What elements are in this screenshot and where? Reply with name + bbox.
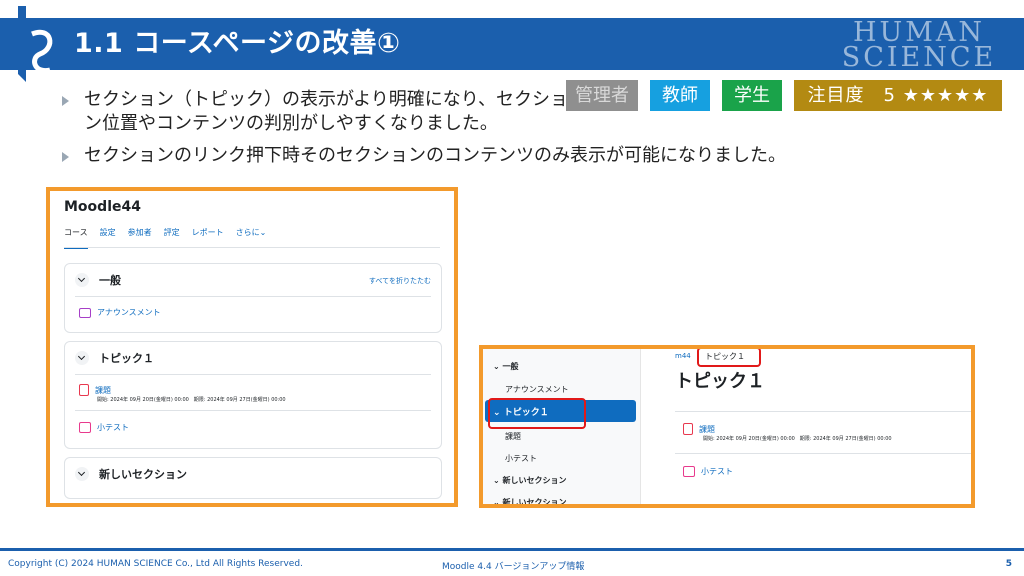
section-card-general: 一般 すべてを折りたたむ アナウンスメント	[64, 263, 442, 333]
activity-name[interactable]: 小テスト	[701, 466, 733, 477]
copyright-text: Copyright (C) 2024 HUMAN SCIENCE Co., Lt…	[8, 559, 303, 569]
activity-name[interactable]: 課題	[95, 385, 111, 396]
breadcrumb-root[interactable]: m44	[675, 352, 691, 360]
section-card-topic1: トピック１ 課題 開始: 2024年 09月 20日(金曜日) 00:00 期限…	[64, 341, 442, 449]
course-page-screenshot: Moodle44 コース 設定 参加者 評定 レポート さらに⌄ 一般 すべてを…	[46, 187, 458, 507]
section-header[interactable]: 新しいセクション	[75, 466, 187, 482]
index-activity[interactable]: アナウンスメント	[505, 384, 569, 395]
highlight-box	[697, 349, 761, 367]
index-section[interactable]: ⌄ 新しいセクション	[493, 475, 567, 486]
page-number: 5	[1005, 559, 1012, 569]
course-nav-tabs: コース 設定 参加者 評定 レポート さらに⌄	[64, 227, 266, 249]
divider	[75, 410, 431, 411]
chevron-down-icon[interactable]	[75, 273, 89, 287]
activity-item[interactable]: アナウンスメント	[79, 307, 161, 318]
tab-course[interactable]: コース	[64, 227, 88, 249]
site-name: Moodle44	[64, 199, 141, 215]
slide: 1.1 コースページの改善① HUMAN SCIENCE セクション（トピック）…	[0, 0, 1024, 576]
activity-dates: 開始: 2024年 09月 20日(金曜日) 00:00 期限: 2024年 0…	[97, 397, 286, 403]
activity-item[interactable]: 課題	[683, 423, 715, 435]
divider	[675, 411, 971, 412]
tab-settings[interactable]: 設定	[100, 227, 116, 249]
highlight-box	[488, 398, 586, 429]
section-header[interactable]: 一般	[75, 272, 121, 288]
brand-logo: HUMAN SCIENCE	[841, 17, 997, 73]
page-title: 1.1 コースページの改善①	[74, 28, 401, 59]
assignment-icon	[683, 423, 693, 435]
divider	[75, 296, 431, 297]
section-page-screenshot: ⌄ 一般 アナウンスメント ⌄ トピック１ 課題 小テスト ⌄ 新しいセクション…	[479, 345, 975, 508]
index-activity[interactable]: 小テスト	[505, 453, 537, 464]
tab-grades[interactable]: 評定	[164, 227, 180, 249]
tab-more[interactable]: さらに⌄	[236, 227, 267, 249]
divider	[675, 453, 971, 454]
section-title: 新しいセクション	[99, 468, 187, 481]
forum-icon	[79, 307, 91, 318]
collapse-all-link[interactable]: すべてを折りたたむ	[369, 276, 431, 286]
index-section[interactable]: ⌄ 一般	[493, 361, 519, 372]
section-header[interactable]: トピック１	[75, 350, 154, 366]
index-activity[interactable]: 課題	[505, 431, 521, 442]
activity-item[interactable]: 小テスト	[79, 422, 129, 433]
badge-student: 学生	[722, 80, 782, 111]
section-page-title: トピック１	[675, 371, 765, 392]
activity-item[interactable]: 小テスト	[683, 466, 733, 477]
quiz-icon	[683, 466, 695, 477]
quiz-icon	[79, 422, 91, 433]
chevron-down-icon[interactable]	[75, 351, 89, 365]
activity-name[interactable]: 小テスト	[97, 422, 129, 433]
activity-name[interactable]: 課題	[699, 424, 715, 435]
tab-reports[interactable]: レポート	[192, 227, 224, 249]
chevron-down-icon[interactable]	[75, 467, 89, 481]
badge-attention: 注目度 5 ★★★★★	[794, 80, 1002, 111]
bullet-item: セクションのリンク押下時そのセクションのコンテンツのみ表示が可能になりました。	[62, 144, 1002, 168]
activity-item[interactable]: 課題	[79, 384, 111, 396]
badge-teacher: 教師	[650, 80, 710, 111]
activity-dates: 開始: 2024年 09月 20日(金曜日) 00:00 期限: 2024年 0…	[703, 436, 892, 442]
divider	[75, 374, 431, 375]
section-card-new: 新しいセクション	[64, 457, 442, 499]
badge-admin: 管理者	[566, 80, 638, 111]
tab-participants[interactable]: 参加者	[128, 227, 152, 249]
activity-name[interactable]: アナウンスメント	[97, 307, 161, 318]
section-title: トピック１	[99, 352, 154, 365]
bullet-item: セクション（トピック）の表示がより明確になり、セクション位置やコンテンツの判別が…	[62, 88, 582, 136]
document-title: Moodle 4.4 バージョンアップ情報	[442, 562, 585, 572]
logo-icon	[18, 6, 53, 82]
assignment-icon	[79, 384, 89, 396]
index-section[interactable]: ⌄ 新しいセクション	[493, 497, 567, 504]
section-title: 一般	[99, 274, 121, 287]
divider	[64, 247, 440, 248]
footer-divider	[0, 548, 1024, 551]
